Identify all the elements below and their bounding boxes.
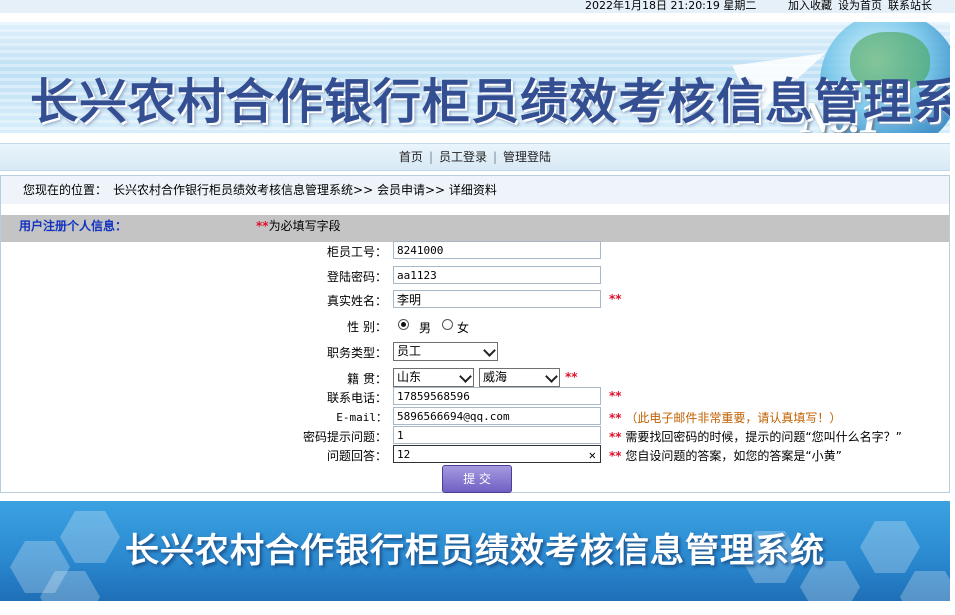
chevron-down-icon bbox=[545, 370, 558, 383]
chevron-down-icon bbox=[483, 344, 496, 357]
phone-input[interactable]: 17859568596 bbox=[393, 387, 601, 405]
required-mark: ** bbox=[609, 449, 622, 463]
hint-question-label: 密码提示问题： bbox=[302, 430, 387, 444]
chevron-down-icon bbox=[459, 370, 472, 383]
header-banner: No.1 长兴农村合作银行柜员绩效考核信息管理系统 bbox=[0, 22, 950, 133]
nav-admin-login[interactable]: 管理登陆 bbox=[503, 150, 551, 164]
hint-answer-input[interactable]: 12 ✕ bbox=[393, 445, 601, 463]
email-input[interactable]: 5896566694@qq.com bbox=[393, 407, 601, 425]
hint-answer-row: 问题回答： 12 ✕ ** 您自设问题的答案，如您的答案是“小黄” bbox=[1, 445, 949, 465]
password-label: 登陆密码： bbox=[326, 270, 387, 284]
email-label: E-mail： bbox=[336, 411, 387, 424]
top-info-bar: 2022年1月18日 21:20:19 星期二 加入收藏 设为首页 联系站长 bbox=[0, 0, 955, 13]
registration-panel: 您现在的位置： 长兴农村合作银行柜员绩效考核信息管理系统>> 会员申请>> 详细… bbox=[0, 175, 950, 493]
add-favorite-link[interactable]: 加入收藏 bbox=[788, 0, 832, 12]
hometown-label: 籍 贯： bbox=[347, 372, 387, 386]
teller-id-label: 柜员工号： bbox=[326, 245, 387, 259]
password-row: 登陆密码： aa1123 bbox=[1, 266, 949, 286]
footer-title: 长兴农村合作银行柜员绩效考核信息管理系统 bbox=[125, 531, 825, 571]
job-type-select[interactable]: 员工 bbox=[393, 342, 498, 361]
job-type-row: 职务类型： 员工 bbox=[1, 342, 949, 362]
nav-employee-login[interactable]: 员工登录 bbox=[439, 150, 487, 164]
required-mark: ** bbox=[609, 411, 622, 425]
required-mark: ** bbox=[565, 370, 578, 384]
email-row: E-mail： 5896566694@qq.com ** （此电子邮件非常重要，… bbox=[1, 407, 949, 427]
nav-separator: | bbox=[428, 150, 433, 164]
section-title: 用户注册个人信息： bbox=[19, 219, 128, 233]
breadcrumb-system-link[interactable]: 长兴农村合作银行柜员绩效考核信息管理系统 bbox=[113, 183, 353, 197]
nav-separator: | bbox=[493, 150, 498, 164]
password-input[interactable]: aa1123 bbox=[393, 266, 601, 284]
breadcrumb-apply: >> 会员申请 bbox=[353, 183, 425, 197]
gender-male-label: 男 bbox=[419, 321, 432, 335]
required-mark: ** bbox=[609, 389, 622, 403]
nav-home[interactable]: 首页 bbox=[399, 150, 423, 164]
teller-id-input[interactable]: 8241000 bbox=[393, 241, 601, 259]
hint-question-note: 需要找回密码的时候，提示的问题“您叫什么名字？” bbox=[625, 430, 902, 444]
province-select[interactable]: 山东 bbox=[393, 368, 474, 387]
top-links: 加入收藏 设为首页 联系站长 bbox=[788, 0, 938, 12]
breadcrumb: 您现在的位置： 长兴农村合作银行柜员绩效考核信息管理系统>> 会员申请>> 详细… bbox=[1, 176, 949, 204]
set-homepage-link[interactable]: 设为首页 bbox=[838, 0, 882, 12]
required-text: 为必填写字段 bbox=[268, 219, 341, 233]
city-select[interactable]: 威海 bbox=[479, 368, 560, 387]
gender-female-radio[interactable] bbox=[442, 319, 453, 330]
gender-male-radio[interactable] bbox=[398, 319, 409, 330]
job-type-label: 职务类型： bbox=[326, 346, 387, 360]
banner-title: 长兴农村合作银行柜员绩效考核信息管理系统 bbox=[30, 74, 950, 130]
required-mark: ** bbox=[256, 219, 269, 233]
breadcrumb-details: >> 详细资料 bbox=[424, 183, 497, 197]
section-header: 用户注册个人信息： **为必填写字段 bbox=[1, 215, 949, 242]
footer-banner: 长兴农村合作银行柜员绩效考核信息管理系统 bbox=[0, 501, 950, 601]
phone-row: 联系电话： 17859568596 ** bbox=[1, 387, 949, 407]
real-name-input[interactable]: 李明 bbox=[393, 290, 601, 308]
phone-label: 联系电话： bbox=[326, 391, 387, 405]
clear-icon[interactable]: ✕ bbox=[589, 446, 596, 464]
hint-question-row: 密码提示问题： 1 ** 需要找回密码的时候，提示的问题“您叫什么名字？” bbox=[1, 426, 949, 446]
real-name-row: 真实姓名： 李明 ** bbox=[1, 290, 949, 310]
required-mark: ** bbox=[609, 430, 622, 444]
current-datetime: 2022年1月18日 21:20:19 星期二 bbox=[585, 0, 757, 12]
main-nav: 首页 | 员工登录 | 管理登陆 bbox=[0, 143, 950, 171]
hint-question-input[interactable]: 1 bbox=[393, 426, 601, 444]
real-name-label: 真实姓名： bbox=[326, 294, 387, 308]
required-mark: ** bbox=[609, 292, 622, 306]
hint-answer-note: 您自设问题的答案，如您的答案是“小黄” bbox=[625, 449, 842, 463]
teller-id-row: 柜员工号： 8241000 bbox=[1, 241, 949, 261]
breadcrumb-label: 您现在的位置： bbox=[23, 183, 108, 197]
gender-row: 性 别： 男 女 bbox=[1, 316, 949, 336]
hint-answer-label: 问题回答： bbox=[326, 449, 387, 463]
hometown-row: 籍 贯： 山东 威海 ** bbox=[1, 368, 949, 388]
submit-button[interactable]: 提 交 bbox=[442, 465, 512, 493]
gender-label: 性 别： bbox=[347, 320, 387, 334]
gender-female-label: 女 bbox=[457, 321, 470, 335]
email-note: （此电子邮件非常重要，请认真填写！） bbox=[625, 411, 842, 425]
contact-admin-link[interactable]: 联系站长 bbox=[888, 0, 932, 12]
